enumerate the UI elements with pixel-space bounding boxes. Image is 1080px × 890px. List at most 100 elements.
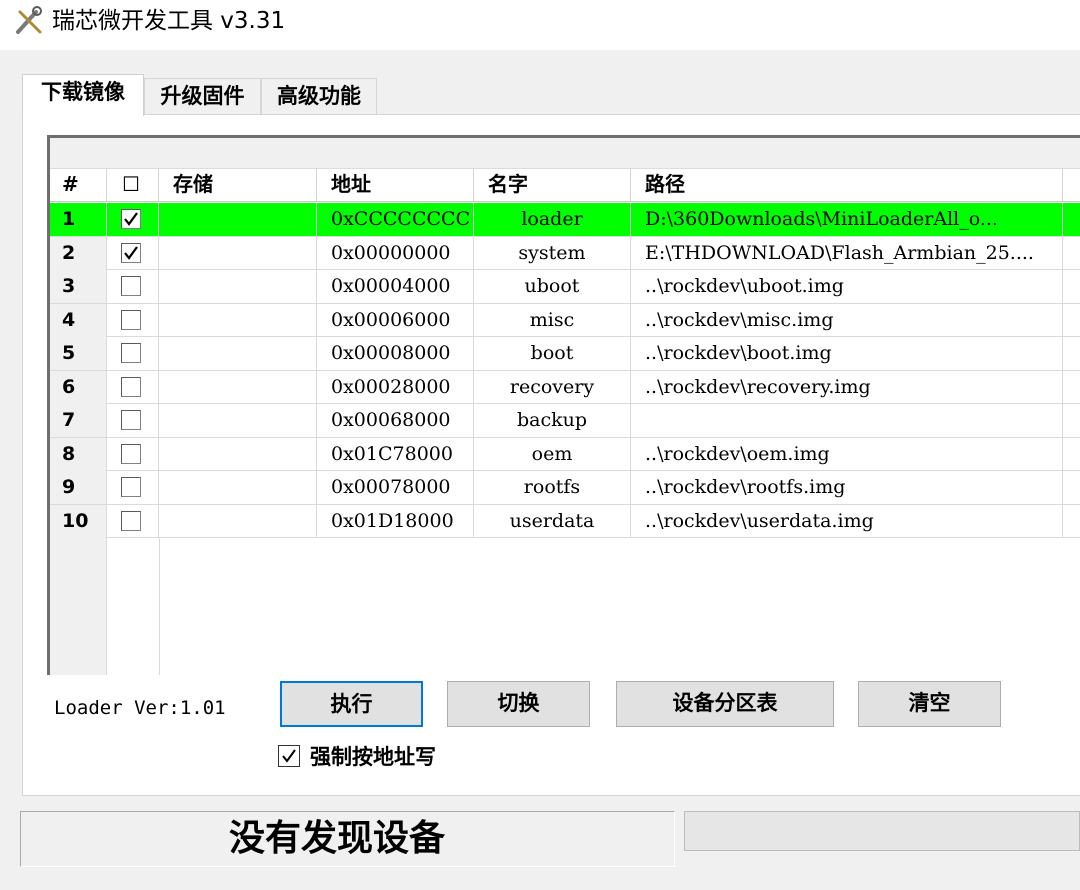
switch-button[interactable]: 切换 (447, 681, 590, 727)
row-extra (1063, 337, 1080, 370)
checkbox-checked-icon[interactable] (121, 209, 141, 229)
row-name: recovery (474, 370, 631, 404)
row-name: oem (474, 437, 631, 471)
row-checkbox-cell[interactable] (107, 437, 159, 471)
row-checkbox-cell[interactable] (107, 203, 159, 236)
checkbox-unchecked-icon[interactable] (121, 276, 141, 296)
row-name: boot (474, 337, 631, 370)
tab-upgrade-firmware[interactable]: 升级固件 (144, 78, 261, 114)
checkbox-unchecked-icon[interactable] (121, 410, 141, 430)
header-path[interactable]: 路径 (631, 169, 1063, 202)
header-storage[interactable]: 存储 (159, 169, 317, 202)
row-storage (159, 270, 317, 303)
row-number: 7 (50, 404, 107, 437)
row-checkbox-cell[interactable] (107, 370, 159, 404)
checkbox-unchecked-icon[interactable] (121, 477, 141, 497)
list-rows: 1 0xCCCCCCCC loader D:\360Downloads\MiniLoa… (50, 203, 1080, 538)
row-extra (1063, 270, 1080, 303)
table-row[interactable]: 2 0x00000000 system E:\THDOWNLOAD\Flash_Arm… (50, 236, 1080, 270)
row-checkbox-cell[interactable] (107, 504, 159, 538)
force-write-label: 强制按地址写 (310, 745, 436, 769)
row-checkbox-cell[interactable] (107, 236, 159, 270)
row-path[interactable]: E:\THDOWNLOAD\Flash_Armbian_25.... (631, 236, 1063, 270)
row-number: 4 (50, 303, 107, 337)
row-path[interactable]: ..\rockdev\rootfs.img (631, 471, 1063, 504)
row-address: 0x00068000 (317, 404, 474, 437)
row-checkbox-cell[interactable] (107, 337, 159, 370)
checkbox-unchecked-icon[interactable] (121, 443, 141, 464)
table-row[interactable]: 9 0x00078000 rootfs ..\rockdev\rootfs.img (50, 471, 1080, 505)
tab-download-image[interactable]: 下载镜像 (22, 74, 144, 116)
row-path[interactable]: ..\rockdev\recovery.img (631, 370, 1063, 404)
header-num[interactable]: # (50, 169, 107, 202)
row-number: 3 (50, 270, 107, 303)
row-storage (159, 404, 317, 437)
table-row[interactable]: 6 0x00028000 recovery ..\rockdev\recovery.i… (50, 370, 1080, 404)
row-name: userdata (474, 504, 631, 538)
list-header: # ☐ 存储 地址 名字 路径 (50, 169, 1080, 202)
table-row[interactable]: 3 0x00004000 uboot ..\rockdev\uboot.img (50, 270, 1080, 304)
header-name[interactable]: 名字 (474, 169, 631, 202)
status-message: 没有发现设备 (229, 818, 446, 859)
row-path[interactable]: ..\rockdev\misc.img (631, 303, 1063, 337)
row-name: backup (474, 404, 631, 437)
row-checkbox-cell[interactable] (107, 404, 159, 437)
window-title: 瑞芯微开发工具 v3.31 (52, 8, 286, 34)
row-extra (1063, 404, 1080, 437)
row-path[interactable]: ..\rockdev\oem.img (631, 437, 1063, 471)
partition-table-button[interactable]: 设备分区表 (616, 681, 834, 727)
row-number: 8 (50, 437, 107, 471)
row-address: 0x01C78000 (317, 437, 474, 471)
execute-button[interactable]: 执行 (280, 681, 423, 727)
table-row[interactable]: 4 0x00006000 misc ..\rockdev\misc.img (50, 303, 1080, 337)
table-row[interactable]: 8 0x01C78000 oem ..\rockdev\oem.img (50, 437, 1080, 471)
row-storage (159, 437, 317, 471)
row-name: system (474, 236, 631, 270)
header-check[interactable]: ☐ (107, 169, 159, 202)
header-address[interactable]: 地址 (317, 169, 474, 202)
row-address: 0x00078000 (317, 471, 474, 504)
checkbox-unchecked-icon[interactable] (121, 510, 141, 531)
row-name: misc (474, 303, 631, 337)
list-toolbar-strip (50, 138, 1080, 169)
checkbox-checked-icon[interactable] (121, 242, 141, 263)
clear-button[interactable]: 清空 (858, 681, 1001, 727)
tab-advanced[interactable]: 高级功能 (261, 78, 377, 114)
row-path[interactable]: ..\rockdev\uboot.img (631, 270, 1063, 303)
row-path[interactable]: ..\rockdev\boot.img (631, 337, 1063, 370)
row-storage (159, 504, 317, 538)
row-checkbox-cell[interactable] (107, 471, 159, 504)
row-number: 5 (50, 337, 107, 370)
header-extra[interactable] (1063, 169, 1080, 202)
row-name: rootfs (474, 471, 631, 504)
row-address: 0x01D18000 (317, 504, 474, 538)
row-storage (159, 236, 317, 270)
table-row[interactable]: 1 0xCCCCCCCC loader D:\360Downloads\MiniLoa… (50, 203, 1080, 237)
row-path[interactable] (631, 404, 1063, 437)
row-path[interactable]: ..\rockdev\userdata.img (631, 504, 1063, 538)
table-row[interactable]: 7 0x00068000 backup (50, 404, 1080, 438)
row-address: 0xCCCCCCCC (317, 203, 474, 236)
row-storage (159, 337, 317, 370)
table-row[interactable]: 5 0x00008000 boot ..\rockdev\boot.img (50, 337, 1080, 371)
row-extra (1063, 505, 1080, 538)
row-name: loader (474, 203, 631, 236)
row-path[interactable]: D:\360Downloads\MiniLoaderAll_o... (631, 203, 1063, 236)
row-extra (1063, 203, 1080, 236)
table-row[interactable]: 10 0x01D18000 userdata ..\rockdev\userdata.… (50, 504, 1080, 538)
checkbox-unchecked-icon[interactable] (121, 343, 141, 363)
tools-icon (14, 6, 44, 36)
row-address: 0x00006000 (317, 303, 474, 337)
row-name: uboot (474, 270, 631, 303)
row-address: 0x00028000 (317, 370, 474, 404)
title-bar: 瑞芯微开发工具 v3.31 (0, 0, 1080, 50)
checkbox-checked-icon[interactable] (278, 745, 300, 767)
row-checkbox-cell[interactable] (107, 270, 159, 303)
image-list[interactable]: # ☐ 存储 地址 名字 路径 1 0xCCCCCCCC loader D:\360D… (47, 135, 1080, 675)
loader-version: Loader Ver:1.01 (54, 697, 226, 719)
row-number: 9 (50, 471, 107, 504)
row-extra (1063, 371, 1080, 404)
checkbox-unchecked-icon[interactable] (121, 309, 141, 330)
checkbox-unchecked-icon[interactable] (121, 376, 141, 397)
row-checkbox-cell[interactable] (107, 303, 159, 337)
